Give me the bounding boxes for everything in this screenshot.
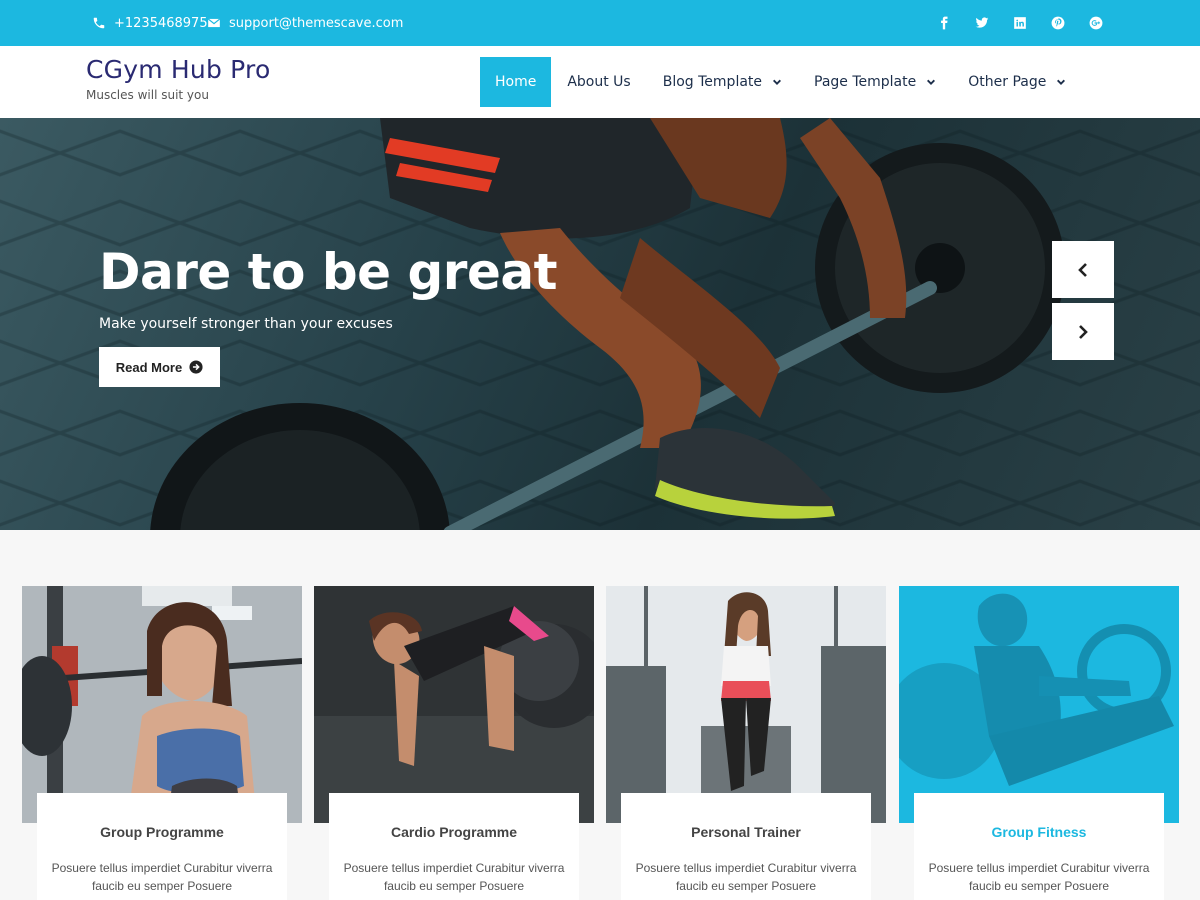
nav-item-other-page[interactable]: Other Page — [952, 57, 1082, 107]
nav-item-page-template[interactable]: Page Template — [798, 57, 952, 107]
chevron-down-icon — [927, 79, 936, 85]
service-panel: Cardio Programme Posuere tellus imperdie… — [329, 793, 579, 900]
phone-contact[interactable]: +1235468975 — [92, 0, 208, 46]
email-text: support@themescave.com — [229, 15, 404, 31]
hero-slider: Dare to be great Make yourself stronger … — [0, 118, 1200, 530]
envelope-icon — [207, 18, 221, 28]
chevron-right-icon — [1079, 324, 1088, 339]
hero-title: Dare to be great — [99, 243, 558, 301]
service-description: Posuere tellus imperdiet Curabitur viver… — [928, 861, 1150, 893]
site-tagline: Muscles will suit you — [86, 88, 209, 102]
slider-next-button[interactable] — [1052, 303, 1114, 360]
slider-prev-button[interactable] — [1052, 241, 1114, 298]
nav-item-blog-template[interactable]: Blog Template — [647, 57, 798, 107]
nav-item-home[interactable]: Home — [480, 57, 552, 107]
linkedin-icon[interactable] — [1012, 15, 1028, 31]
nav-label: About Us — [567, 74, 631, 90]
site-title[interactable]: CGym Hub Pro — [86, 55, 270, 84]
service-panel: Group Fitness Posuere tellus imperdiet C… — [914, 793, 1164, 900]
chevron-left-icon — [1078, 262, 1087, 277]
top-bar: +1235468975 support@themescave.com — [0, 0, 1200, 46]
service-card[interactable]: Cardio Programme Posuere tellus imperdie… — [314, 586, 594, 900]
nav-label: Blog Template — [662, 74, 763, 90]
service-panel: Group Programme Posuere tellus imperdiet… — [37, 793, 287, 900]
phone-icon — [93, 17, 105, 29]
service-image — [22, 586, 302, 823]
nav-label: Page Template — [814, 74, 917, 90]
read-more-button[interactable]: Read More — [99, 347, 220, 387]
social-links — [936, 0, 1104, 46]
service-title[interactable]: Personal Trainer — [621, 824, 871, 840]
nav-label: Home — [495, 74, 537, 90]
service-image — [899, 586, 1179, 823]
service-description: Posuere tellus imperdiet Curabitur viver… — [343, 861, 565, 893]
chevron-down-icon — [773, 79, 781, 85]
facebook-icon[interactable] — [936, 15, 952, 31]
email-contact[interactable]: support@themescave.com — [207, 0, 403, 46]
service-image — [314, 586, 594, 823]
service-description: Posuere tellus imperdiet Curabitur viver… — [635, 861, 857, 893]
site-header: CGym Hub Pro Muscles will suit you Home … — [0, 46, 1200, 118]
arrow-circle-right-icon — [189, 360, 203, 374]
twitter-icon[interactable] — [974, 15, 990, 31]
service-title[interactable]: Cardio Programme — [329, 824, 579, 840]
read-more-label: Read More — [115, 359, 183, 375]
chevron-down-icon — [1057, 79, 1066, 85]
service-card[interactable]: Group Fitness Posuere tellus imperdiet C… — [899, 586, 1179, 900]
service-title[interactable]: Group Programme — [37, 824, 287, 840]
service-panel: Personal Trainer Posuere tellus imperdie… — [621, 793, 871, 900]
service-card[interactable]: Group Programme Posuere tellus imperdiet… — [22, 586, 302, 900]
nav-item-about-us[interactable]: About Us — [551, 57, 646, 107]
pinterest-icon[interactable] — [1050, 15, 1066, 31]
hero-subtitle: Make yourself stronger than your excuses — [99, 316, 393, 332]
service-description: Posuere tellus imperdiet Curabitur viver… — [51, 861, 273, 893]
site-branding[interactable]: CGym Hub Pro Muscles will suit you — [86, 55, 270, 102]
service-image — [606, 586, 886, 823]
services-section: Group Programme Posuere tellus imperdiet… — [22, 586, 1179, 900]
google-plus-icon[interactable] — [1088, 15, 1104, 31]
main-nav: Home About Us Blog Template Page Templat… — [480, 57, 1082, 107]
phone-text: +1235468975 — [114, 15, 208, 31]
service-card[interactable]: Personal Trainer Posuere tellus imperdie… — [606, 586, 886, 900]
service-title[interactable]: Group Fitness — [914, 824, 1164, 840]
nav-label: Other Page — [968, 74, 1047, 90]
